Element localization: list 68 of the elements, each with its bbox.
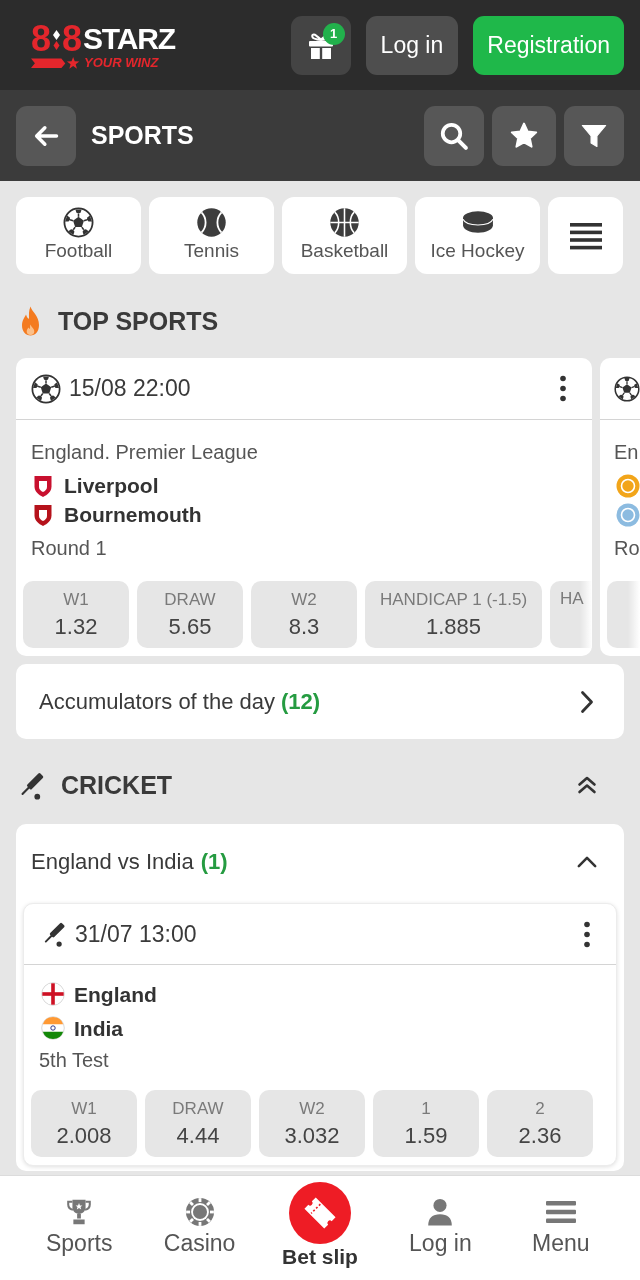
section-title: CRICKET [61, 772, 173, 798]
sport-tile[interactable]: Basketball [282, 197, 407, 274]
football-icon [63, 206, 94, 238]
football-icon [31, 373, 61, 404]
odds-button[interactable]: HANDICAP 1 (-1.5) 1.885 [365, 581, 543, 648]
logo-digit: 8 [31, 21, 52, 56]
double-chevron-up-icon[interactable] [577, 775, 597, 795]
ticket-icon [289, 1182, 351, 1244]
chevron-up-icon[interactable] [577, 855, 597, 868]
odds-button[interactable]: W2 8.3 [251, 581, 357, 648]
bet-slip-button[interactable]: Bet slip [259, 1176, 381, 1280]
favorites-button[interactable] [492, 105, 556, 166]
tennis-ball-icon [196, 206, 227, 238]
match-round: Round 1 [31, 536, 108, 561]
casino-chip-icon [184, 1197, 215, 1227]
match-time: 15/08 22:00 [69, 377, 191, 400]
ribbon-star-icon [31, 56, 80, 69]
nav-button[interactable]: Menu [500, 1176, 621, 1280]
search-button[interactable] [424, 105, 484, 166]
more-options-icon[interactable] [560, 375, 566, 402]
odds-button[interactable]: W1 1.32 [23, 581, 129, 648]
login-button[interactable]: Log in [365, 15, 459, 75]
more-options-icon[interactable] [584, 920, 590, 948]
accumulators-card[interactable]: Accumulators of the day (12) [16, 664, 624, 739]
sport-tile[interactable]: Tennis [149, 197, 274, 274]
person-icon [426, 1197, 455, 1227]
team-name: Bournemouth [64, 504, 202, 525]
page-title: SPORTS [91, 123, 194, 148]
sport-tile[interactable]: Ice Hockey [415, 197, 540, 274]
logo-digit: 8 [62, 21, 83, 56]
menu-icon [545, 1200, 576, 1224]
league-name: En [614, 440, 640, 465]
chevron-right-icon [580, 689, 594, 714]
search-icon [439, 120, 469, 151]
nav-button[interactable]: Log in [380, 1176, 501, 1280]
menu-icon [569, 221, 602, 250]
match-time: 31/07 13:00 [75, 922, 197, 946]
section-title: TOP SPORTS [58, 308, 219, 334]
back-button[interactable] [16, 105, 76, 166]
match-round: 5th Test [39, 1048, 110, 1073]
hockey-puck-icon [461, 210, 494, 234]
star-icon [509, 120, 539, 151]
accumulators-count: (12) [281, 688, 321, 716]
flag-icon [41, 1016, 65, 1040]
odds-button[interactable]: DRAW 4.44 [145, 1090, 251, 1157]
odds-button[interactable]: 1 1.59 [373, 1090, 479, 1157]
basketball-icon [329, 206, 360, 238]
accumulators-title: Accumulators of the day [39, 688, 275, 716]
odds-button[interactable]: 2 2.36 [487, 1090, 593, 1157]
group-title: England vs India [31, 848, 194, 876]
nav-button[interactable]: Casino [139, 1176, 260, 1280]
league-name: England. Premier League [31, 440, 259, 465]
nav-button[interactable]: Sports [19, 1176, 140, 1280]
logo-wordmark: STARZ [83, 21, 175, 56]
odds-button[interactable]: W1 2.008 [31, 1090, 137, 1157]
sports-menu-button[interactable] [548, 197, 623, 274]
team-name: Liverpool [64, 475, 159, 496]
odds-button[interactable]: W2 3.032 [259, 1090, 365, 1157]
group-count: (1) [200, 848, 228, 876]
match-round: Ro [614, 536, 640, 561]
sport-tile[interactable]: Football [16, 197, 141, 274]
odds-button[interactable]: DRAW 5.65 [137, 581, 243, 648]
team-name: India [74, 1017, 123, 1039]
flag-icon [41, 982, 65, 1006]
notification-badge: 1 [322, 22, 345, 45]
logo-tagline: YOUR WINZ [84, 56, 159, 69]
filter-button[interactable] [564, 105, 624, 166]
team-name: England [74, 983, 157, 1005]
